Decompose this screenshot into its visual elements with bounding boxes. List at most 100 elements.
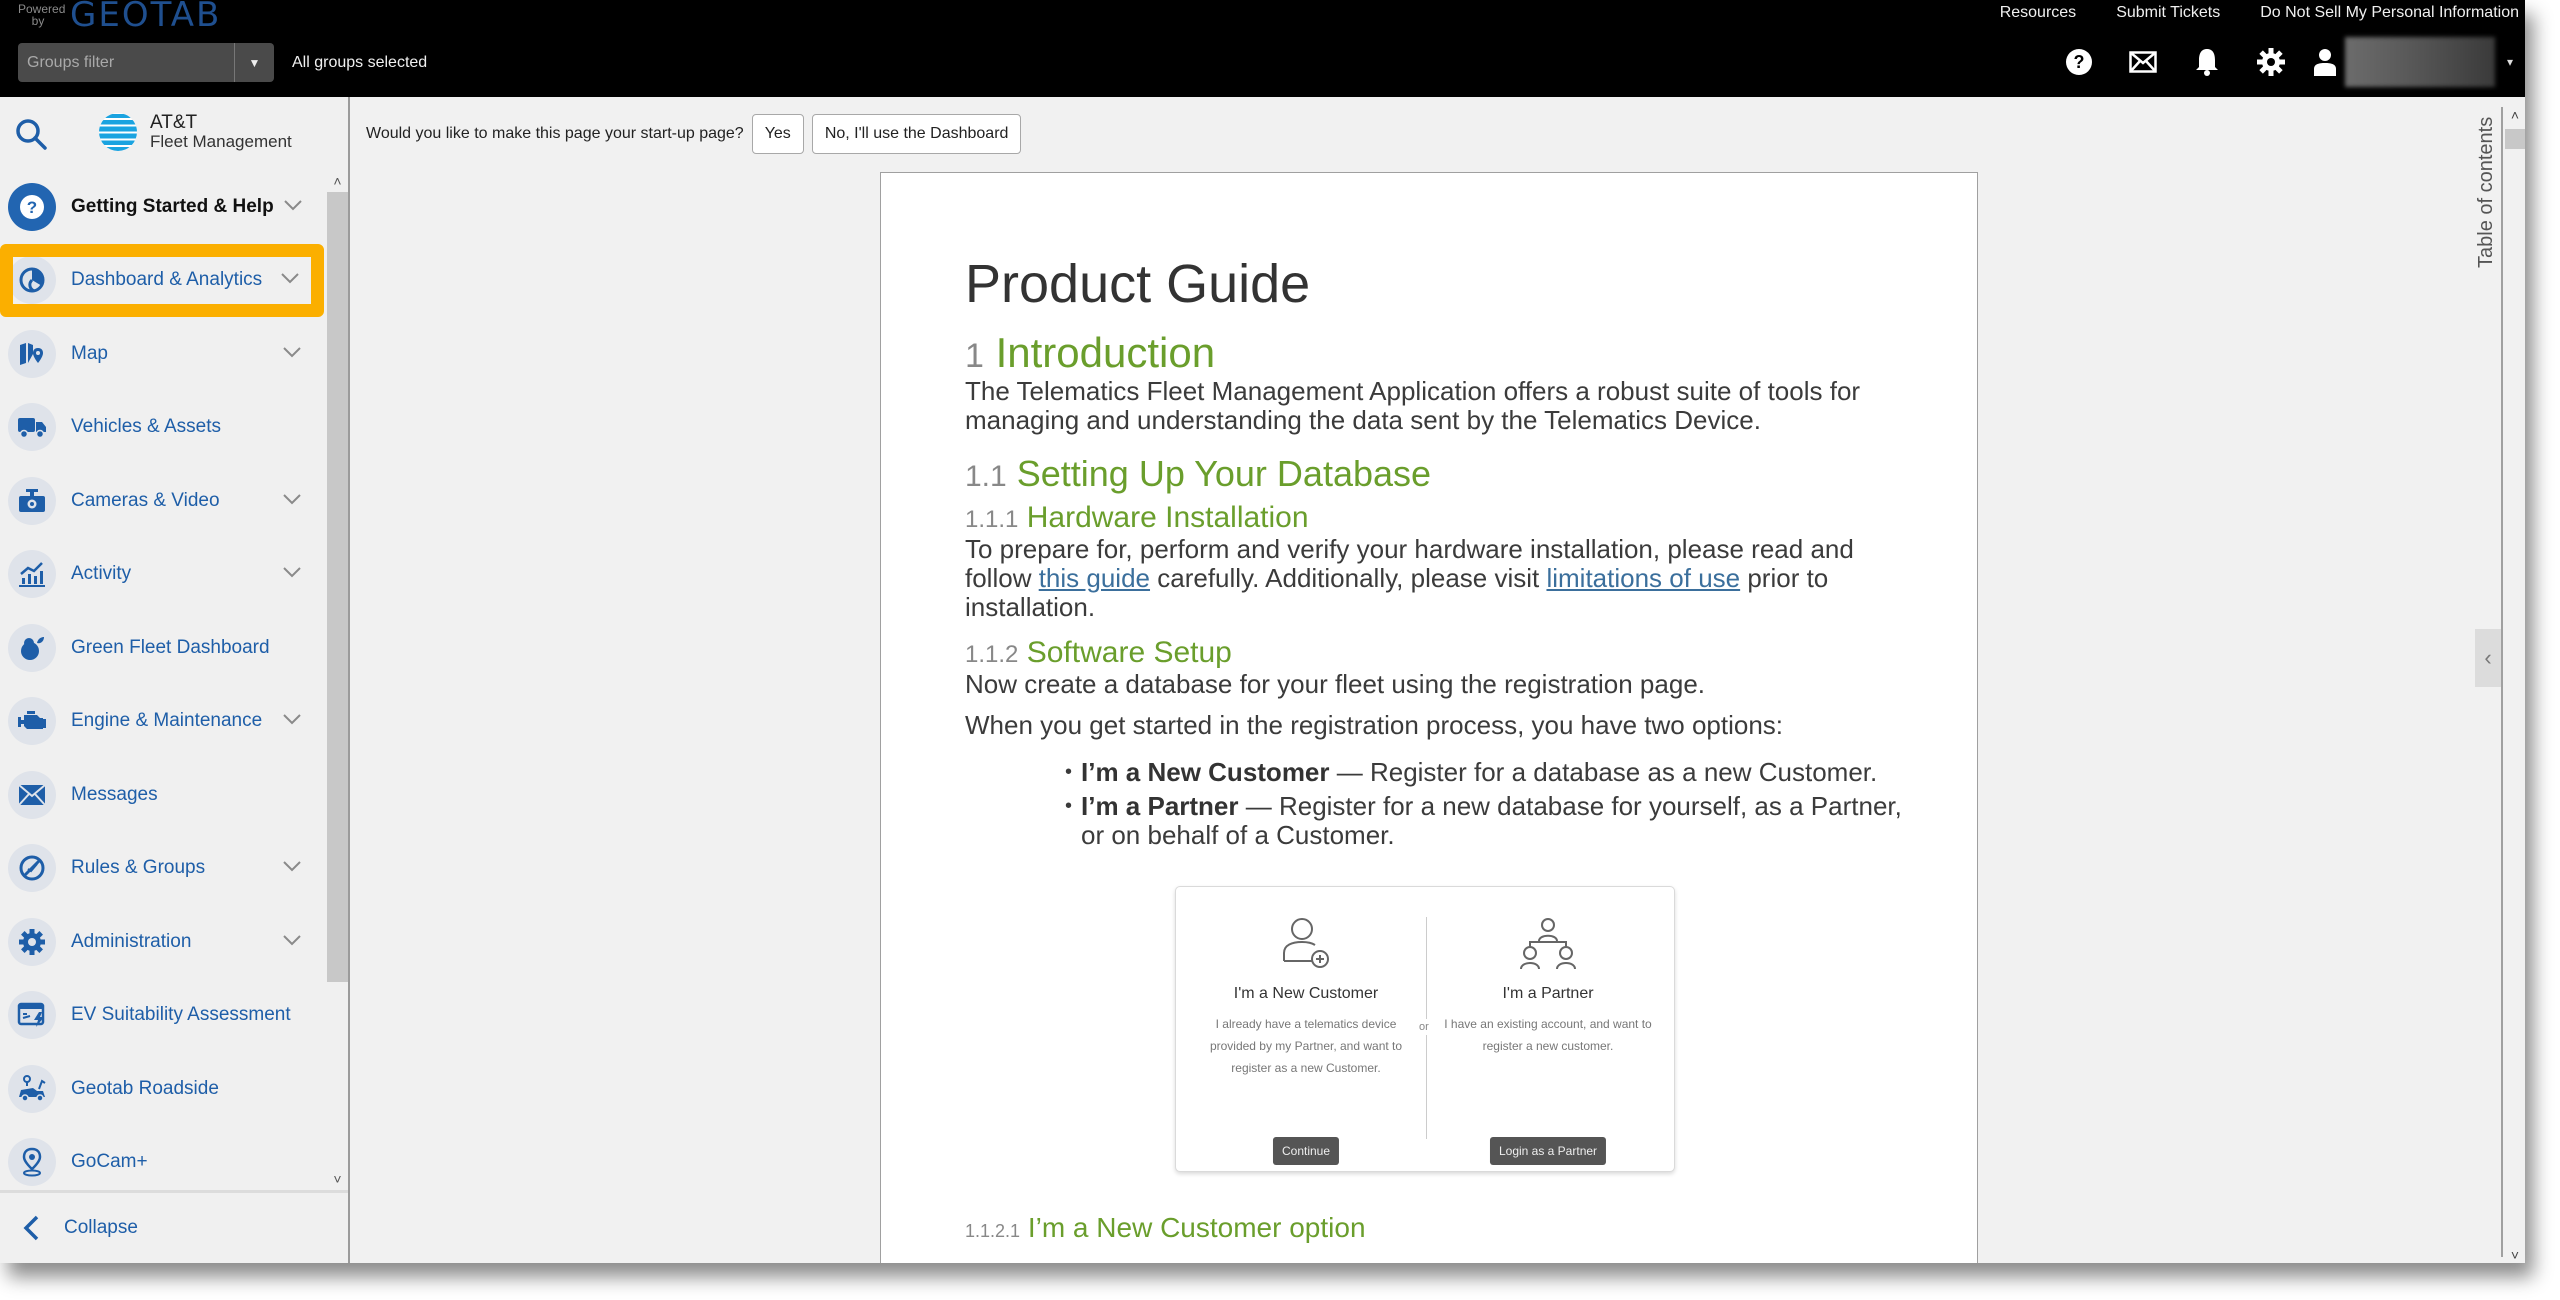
chevron-down-icon <box>283 861 301 872</box>
sidebar-item-dashboard-analytics[interactable]: Dashboard & Analytics <box>0 243 324 317</box>
user-menu-caret-icon[interactable]: ▾ <box>2495 55 2525 69</box>
scroll-down-icon[interactable]: ˅ <box>2505 1247 2525 1263</box>
user-menu[interactable]: ▾ <box>2305 37 2525 87</box>
groups-status: All groups selected <box>292 54 428 71</box>
document-scroll-thumb[interactable] <box>2505 129 2525 149</box>
sidebar-item-ev-suitability-assessment[interactable]: EV Suitability Assessment <box>0 979 326 1053</box>
expand-toggle[interactable] <box>272 933 312 951</box>
att-logo-line1: AT&T <box>150 112 198 133</box>
svg-text:?: ? <box>27 198 37 217</box>
search-icon <box>16 119 47 150</box>
att-fleet-logo[interactable]: AT&T Fleet Management <box>98 112 292 152</box>
sidebar-item-engine-maintenance[interactable]: Engine & Maintenance <box>0 685 326 759</box>
limitations-of-use-link[interactable]: limitations of use <box>1546 563 1740 593</box>
notifications-button[interactable] <box>2175 40 2239 84</box>
sidebar-item-label: Engine & Maintenance <box>71 710 263 732</box>
chevron-left-icon: ‹ <box>2484 645 2492 670</box>
sidebar-item-label: Activity <box>71 563 132 585</box>
sidebar-collapse-button[interactable]: Collapse <box>0 1190 348 1263</box>
top-bar: Powered by GEOTAB Resources Submit Ticke… <box>0 0 2525 97</box>
sidebar-item-label: Cameras & Video <box>71 489 220 511</box>
sidebar-item-messages[interactable]: Messages <box>0 758 326 832</box>
do-not-sell-link[interactable]: Do Not Sell My Personal Information <box>2260 4 2519 22</box>
submit-tickets-link[interactable]: Submit Tickets <box>2116 4 2220 22</box>
section-title: Introduction <box>995 329 1216 376</box>
expand-toggle[interactable] <box>270 271 310 289</box>
heading-introduction: 1 Introduction <box>965 329 1907 377</box>
chevron-down-icon <box>283 714 301 725</box>
section-number: 1 <box>965 337 984 375</box>
gocam-icon <box>8 1138 56 1187</box>
sidebar-item-cameras-video[interactable]: Cameras & Video <box>0 464 326 538</box>
partner-option: I'm a Partner I have an existing account… <box>1428 915 1668 1165</box>
chevron-down-icon <box>283 494 301 505</box>
sidebar-item-rules-groups[interactable]: Rules & Groups <box>0 832 326 906</box>
option-text: — Register for a database as a new Custo… <box>1329 757 1878 787</box>
sidebar-item-label: Vehicles & Assets <box>71 416 221 438</box>
caret-down-icon: ▼ <box>248 55 261 70</box>
mail-icon <box>2129 51 2157 73</box>
groups-filter-dropdown-button[interactable]: ▼ <box>234 43 274 82</box>
gear-icon <box>2257 48 2285 76</box>
add-user-icon <box>1283 918 1329 968</box>
messages-button[interactable] <box>2111 40 2175 84</box>
scroll-up-icon[interactable]: ˄ <box>327 170 348 192</box>
section-number: 1.1.1 <box>965 506 1019 533</box>
sidebar-item-label: Geotab Roadside <box>71 1077 219 1099</box>
scroll-down-icon[interactable]: ˅ <box>327 1168 348 1190</box>
sidebar: AT&T Fleet Management ? Getting Started &… <box>0 97 350 1263</box>
geotab-logo: GEOTAB <box>70 0 222 35</box>
registration-options-image: I'm a New Customer I already have a tele… <box>1175 886 1675 1172</box>
att-logo-line2: Fleet Management <box>150 132 292 151</box>
scroll-up-icon[interactable]: ˄ <box>2505 107 2525 127</box>
startup-no-button[interactable]: No, I'll use the Dashboard <box>811 114 1022 154</box>
activity-chart-icon <box>8 550 56 599</box>
expand-toggle[interactable] <box>274 198 312 216</box>
document-scrollbar[interactable]: ˄ ˅ <box>2505 107 2525 1263</box>
sidebar-header: AT&T Fleet Management <box>0 97 348 167</box>
registration-options-intro: When you get started in the registration… <box>965 710 1784 740</box>
startup-yes-button[interactable]: Yes <box>751 114 804 154</box>
help-icon: ? <box>8 182 56 231</box>
sidebar-item-gocam[interactable]: GoCam+ <box>0 1126 326 1191</box>
sidebar-search-button[interactable] <box>14 117 48 151</box>
expand-toggle[interactable] <box>272 859 312 877</box>
section-title: Software Setup <box>1026 636 1232 669</box>
powered-by-label: Powered by <box>18 2 66 28</box>
section-number: 1.1.2.1 <box>965 1221 1021 1241</box>
groups-filter-input[interactable]: Groups filter <box>18 43 234 82</box>
this-guide-link[interactable]: this guide <box>1039 563 1150 593</box>
sidebar-item-administration[interactable]: Administration <box>0 905 326 979</box>
sidebar-scroll-thumb[interactable] <box>327 192 348 982</box>
sidebar-item-geotab-roadside[interactable]: Geotab Roadside <box>0 1052 326 1126</box>
sidebar-item-activity[interactable]: Activity <box>0 538 326 612</box>
top-links: Resources Submit Tickets Do Not Sell My … <box>2000 2 2519 24</box>
sidebar-scrollbar[interactable]: ˄ ˅ <box>327 170 348 1190</box>
rules-icon <box>8 844 56 893</box>
sidebar-item-green-fleet-dashboard[interactable]: Green Fleet Dashboard <box>0 611 326 685</box>
table-of-contents-toggle[interactable]: Table of contents <box>2475 117 2503 277</box>
help-button[interactable]: ? <box>2047 40 2111 84</box>
product-guide-document: Product Guide 1 Introduction The Telemat… <box>880 172 1978 1263</box>
expand-toggle[interactable] <box>272 345 312 363</box>
expand-toggle[interactable] <box>272 565 312 583</box>
resources-link[interactable]: Resources <box>2000 4 2076 22</box>
collapse-label: Collapse <box>64 1217 138 1238</box>
software-setup-paragraph: Now create a database for your fleet usi… <box>965 669 1705 699</box>
chevron-down-icon <box>283 567 301 578</box>
sidebar-item-getting-started-help[interactable]: ? Getting Started & Help <box>0 170 326 244</box>
expand-toggle[interactable] <box>272 712 312 730</box>
heading-software-setup: 1.1.2 Software Setup <box>965 636 1907 670</box>
pie-chart-icon <box>8 256 56 305</box>
chevron-down-icon <box>283 347 301 358</box>
chevron-down-icon <box>284 200 302 211</box>
gear-icon <box>8 917 56 966</box>
geotab-brand: Powered by GEOTAB <box>18 0 221 35</box>
sidebar-item-vehicles-assets[interactable]: Vehicles & Assets <box>0 391 326 465</box>
groups-filter[interactable]: Groups filter ▼ <box>18 43 274 82</box>
expand-toggle[interactable] <box>272 492 312 510</box>
table-of-contents-panel: Table of contents ‹ <box>2475 107 2503 1257</box>
sidebar-item-map[interactable]: Map <box>0 317 326 391</box>
settings-button[interactable] <box>2239 40 2303 84</box>
toc-expand-button[interactable]: ‹ <box>2475 629 2501 687</box>
